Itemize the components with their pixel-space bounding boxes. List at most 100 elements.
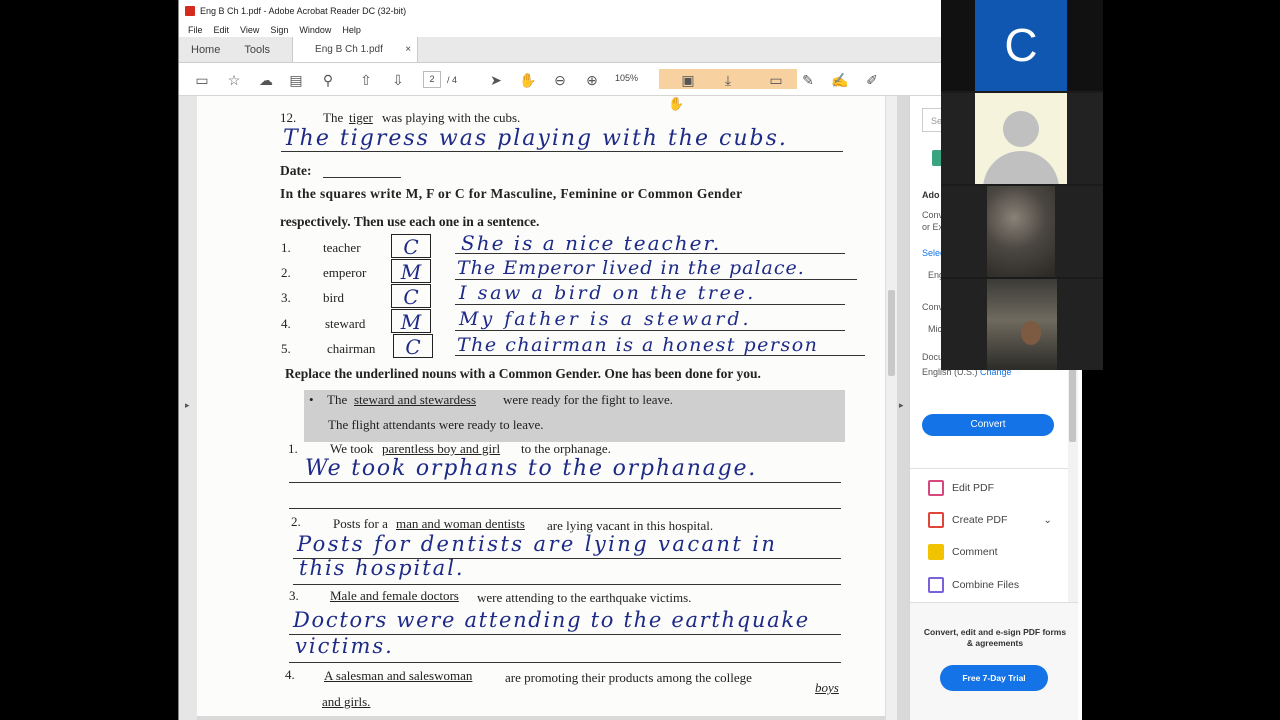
avatar-head <box>1003 111 1039 147</box>
print-icon[interactable]: ▤ <box>287 71 305 89</box>
zoom-in-icon[interactable]: ⊕ <box>583 71 601 89</box>
menu-edit[interactable]: Edit <box>214 25 230 35</box>
answer-rule <box>289 482 841 483</box>
participant-tile[interactable] <box>941 279 1103 370</box>
chevron-down-icon[interactable]: ⌄ <box>1043 515 1051 526</box>
tab-home[interactable]: Home <box>179 37 232 62</box>
r4-underlined: A salesman and saleswoman <box>324 668 473 683</box>
free-trial-button[interactable]: Free 7-Day Trial <box>940 665 1048 691</box>
camera-feed <box>987 279 1057 370</box>
sentence-rule <box>455 330 845 331</box>
tool-combine-files[interactable]: Combine Files <box>928 577 1019 593</box>
row-sentence: She is a nice teacher. <box>461 231 722 255</box>
page-total: / 4 <box>447 75 458 85</box>
participant-tile[interactable] <box>941 186 1103 277</box>
tool-label: Combine Files <box>952 579 1020 591</box>
close-icon[interactable]: × <box>405 44 411 55</box>
r4-text-post: are promoting their products among the c… <box>505 670 752 685</box>
row-word: teacher <box>323 240 361 255</box>
example-text-pre: The <box>327 392 348 407</box>
r1-text-post: to the orphanage. <box>521 441 611 456</box>
menu-file[interactable]: File <box>188 25 203 35</box>
row-number: 3. <box>281 290 291 305</box>
example-underlined: steward and stewardess <box>354 392 477 407</box>
r2-text-pre: Posts for a <box>333 516 388 531</box>
zoom-level[interactable]: 105% <box>615 73 638 83</box>
q12-text-post: was playing with the cubs. <box>382 110 521 125</box>
date-rule <box>323 177 401 178</box>
promo-panel: Convert, edit and e-sign PDF forms & agr… <box>910 602 1078 720</box>
convert-button[interactable]: Convert <box>922 414 1054 436</box>
menu-help[interactable]: Help <box>342 25 361 35</box>
upload-cloud-icon[interactable]: ☁ <box>257 71 275 89</box>
menu-window[interactable]: Window <box>299 25 331 35</box>
previous-page-icon[interactable]: ⇧ <box>357 71 375 89</box>
gender-box: M <box>391 259 431 284</box>
document-view[interactable]: ▸ 12. The tiger was playing with the cub… <box>179 96 909 720</box>
highlight-pen-icon[interactable]: ✎ <box>799 71 817 89</box>
participant-tile[interactable]: C <box>941 0 1103 91</box>
combine-files-icon <box>928 577 944 593</box>
r3-handwritten-line-1: Doctors were attending to the earthquake <box>293 608 810 632</box>
next-page-icon[interactable]: ⇩ <box>389 71 407 89</box>
tool-comment[interactable]: Comment <box>928 544 998 560</box>
answer-rule <box>289 662 841 663</box>
q12-underlined: tiger <box>349 110 373 125</box>
scrollbar-thumb[interactable] <box>888 290 895 376</box>
tool-edit-pdf[interactable]: Edit PDF <box>928 480 994 496</box>
row-sentence: My father is a steward. <box>459 308 752 330</box>
tool-create-pdf[interactable]: Create PDF ⌄ <box>928 512 1052 528</box>
page-number-input[interactable]: 2 <box>423 71 441 88</box>
r4-line-2: and girls. <box>322 694 371 709</box>
tab-tools[interactable]: Tools <box>232 37 282 62</box>
gender-box: C <box>393 334 433 359</box>
export-desc-1: Conv <box>922 210 944 220</box>
scrollbar-thumb[interactable] <box>1069 366 1076 442</box>
subformat-select[interactable]: Mic <box>928 324 942 334</box>
r2-handwritten-line-2: this hospital. <box>299 556 465 580</box>
q12-text-pre: The <box>323 110 344 125</box>
left-panel-toggle[interactable]: ▸ <box>179 96 197 720</box>
r3-text-post: were attending to the earthquake victims… <box>477 590 692 605</box>
window-title: Eng B Ch 1.pdf - Adobe Acrobat Reader DC… <box>200 6 407 16</box>
sign-icon[interactable]: ✍ <box>831 71 849 89</box>
example-bullet: • <box>309 392 314 407</box>
row-sentence: The chairman is a honest person <box>457 334 819 356</box>
menu-sign[interactable]: Sign <box>270 25 288 35</box>
row-sentence: I saw a bird on the tree. <box>459 282 756 304</box>
document-scrollbar[interactable] <box>885 96 897 720</box>
expand-right-icon[interactable]: ▸ <box>899 400 904 411</box>
convert-to-label: Conv <box>922 302 944 312</box>
hand-tool-icon[interactable]: ✋ <box>519 71 537 89</box>
menu-view[interactable]: View <box>240 25 259 35</box>
row-number: 2. <box>281 265 291 280</box>
r2-underlined: man and woman dentists <box>396 516 525 531</box>
gender-box: C <box>391 284 431 309</box>
tool-label: Edit PDF <box>952 482 995 494</box>
search-icon[interactable]: ⚲ <box>319 71 337 89</box>
q12-handwritten-answer: The tigress was playing with the cubs. <box>283 126 788 151</box>
answer-rule <box>293 584 841 585</box>
comment-icon <box>928 544 944 560</box>
r4-number: 4. <box>285 667 295 682</box>
select-cursor-icon[interactable]: ➤ <box>487 71 505 89</box>
sentence-rule <box>455 279 857 280</box>
participant-tile[interactable] <box>941 93 1103 184</box>
fit-page-icon[interactable]: ▣ <box>679 71 697 89</box>
comment-bubble-icon[interactable]: ▭ <box>767 71 785 89</box>
zoom-out-icon[interactable]: ⊖ <box>551 71 569 89</box>
instruction-line-2: respectively. Then use each one in a sen… <box>280 214 540 229</box>
row-number: 5. <box>281 341 291 356</box>
bookmark-star-icon[interactable]: ☆ <box>225 71 243 89</box>
promo-text: Convert, edit and e-sign PDF forms & agr… <box>923 627 1067 648</box>
participant-face <box>1021 321 1041 345</box>
expand-left-icon[interactable]: ▸ <box>185 400 190 411</box>
fill-sign-icon[interactable]: ✐ <box>863 71 881 89</box>
tab-document[interactable]: Eng B Ch 1.pdf × <box>292 37 419 62</box>
doc-language-label: Docu <box>922 352 944 362</box>
r2-handwritten-line-1: Posts for dentists are lying vacant in <box>297 532 778 556</box>
download-icon[interactable]: ⤓ <box>719 71 737 89</box>
avatar <box>975 93 1067 184</box>
camera-feed <box>987 186 1055 277</box>
save-icon[interactable]: ▭ <box>193 71 211 89</box>
